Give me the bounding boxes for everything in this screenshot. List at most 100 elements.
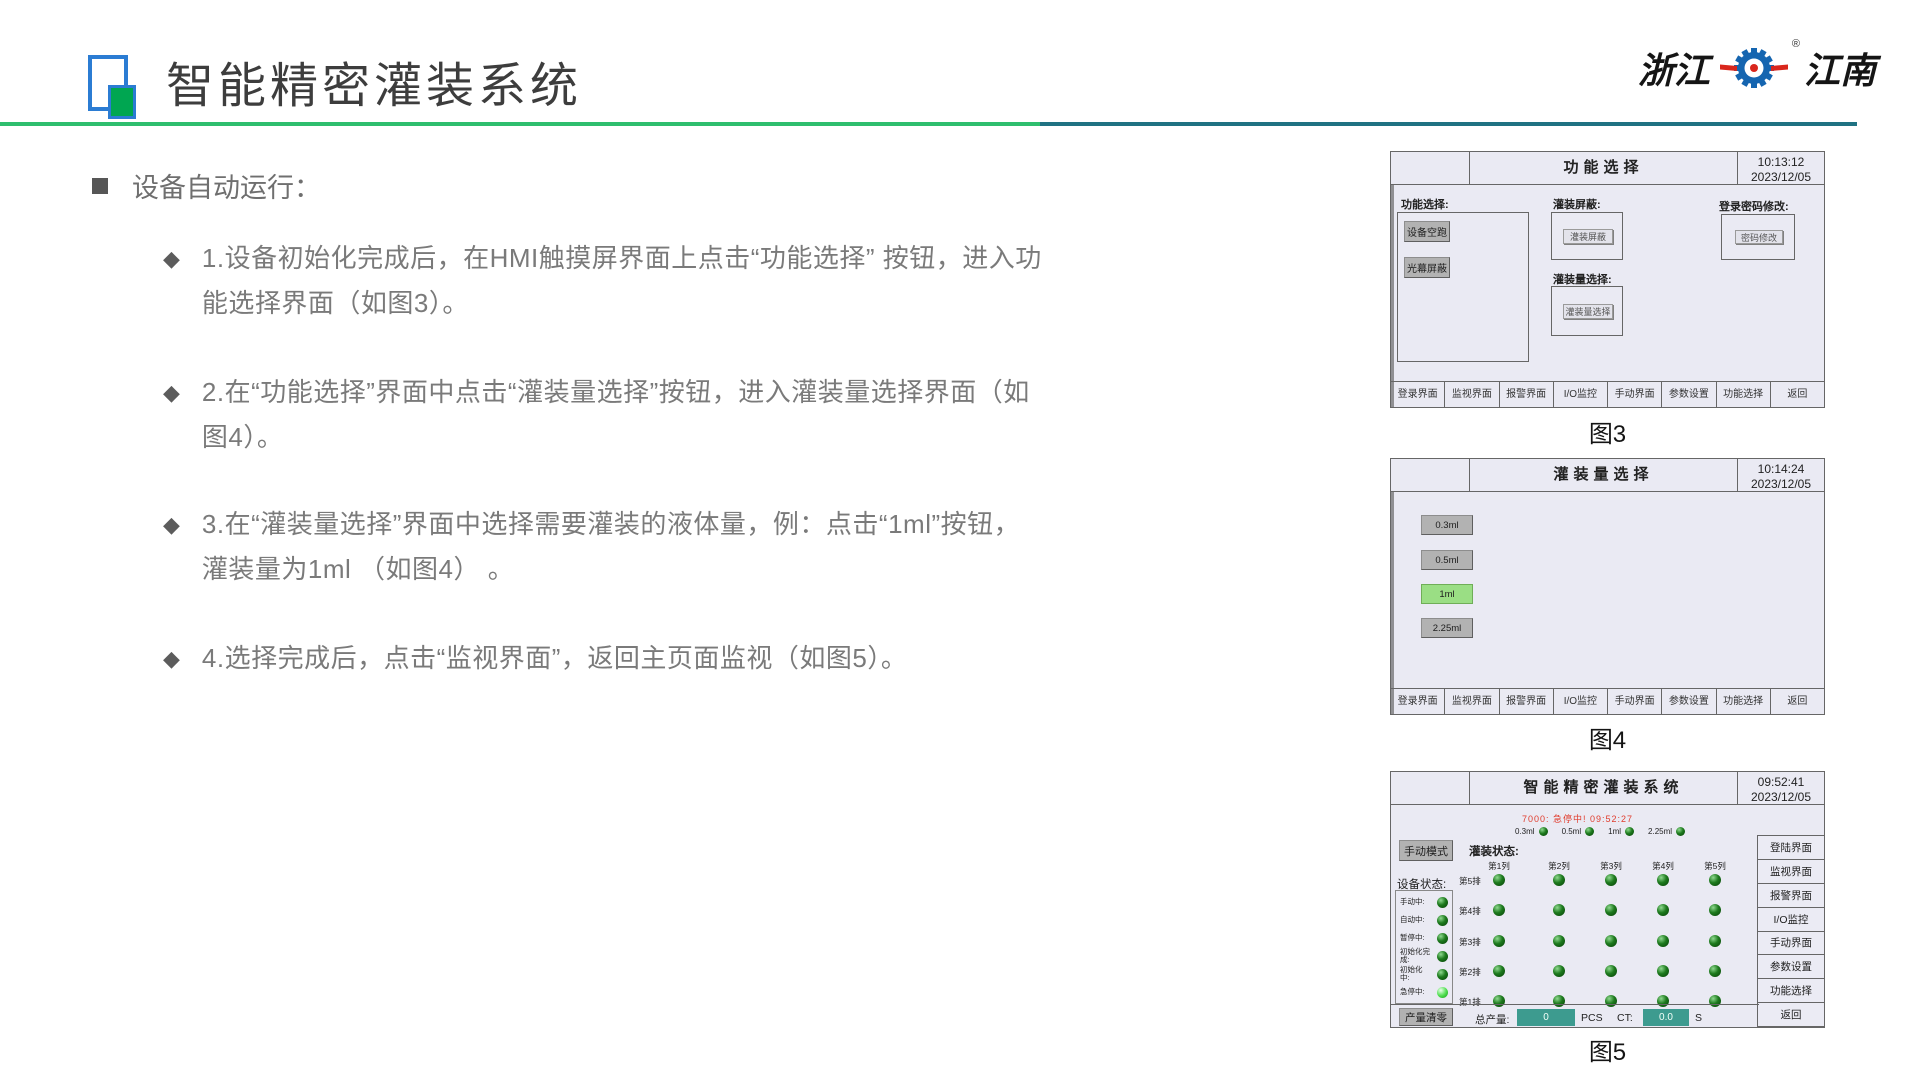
diamond-bullet-icon: ◆ <box>163 502 180 592</box>
fig5-device-status-box: 手动中: 自动中: 暂停中: 初始化完成: 初始化中: 急停中: <box>1395 890 1453 1004</box>
fig5-menu-return[interactable]: 返回 <box>1757 1002 1824 1027</box>
led-indicator-icon <box>1709 935 1721 947</box>
fig4-volume-0.5ml-button[interactable]: 0.5ml <box>1421 550 1473 570</box>
fig4-volume-0.3ml-button[interactable]: 0.3ml <box>1421 515 1473 535</box>
row-label: 第2排 <box>1459 966 1481 978</box>
fig4-nav-login[interactable]: 登录界面 <box>1391 689 1445 714</box>
fig3-nav-manual[interactable]: 手动界面 <box>1608 382 1662 407</box>
row-label: 第5排 <box>1459 875 1481 887</box>
led-indicator-icon <box>1709 874 1721 886</box>
fig3-caption: 图3 <box>1390 414 1825 449</box>
fig3-fill-shield-button[interactable]: 灌装屏蔽 <box>1563 229 1613 244</box>
fig5-menu-io[interactable]: I/O监控 <box>1757 907 1824 932</box>
fig5-total-value-field: 0 <box>1517 1009 1575 1026</box>
led-indicator-icon <box>1553 965 1565 977</box>
fig5-clock: 09:52:41 2023/12/05 <box>1737 772 1824 804</box>
led-indicator-icon <box>1625 827 1634 836</box>
fig3-nav-function[interactable]: 功能选择 <box>1717 382 1771 407</box>
status-label: 暂停中: <box>1400 934 1432 942</box>
led-indicator-icon <box>1553 935 1565 947</box>
fig4-bottom-nav: 登录界面 监视界面 报警界面 I/O监控 手动界面 参数设置 功能选择 返回 <box>1391 688 1824 714</box>
fig4-nav-function[interactable]: 功能选择 <box>1717 689 1771 714</box>
fig4-volume-2.25ml-button[interactable]: 2.25ml <box>1421 618 1473 638</box>
fig3-function-select-box: 设备空跑 光幕屏蔽 <box>1397 212 1529 362</box>
led-indicator-icon <box>1657 874 1669 886</box>
fig5-menu-alarm[interactable]: 报警界面 <box>1757 883 1824 908</box>
fig5-date: 2023/12/05 <box>1738 790 1824 805</box>
indicator-label: 0.3ml <box>1515 827 1535 836</box>
fig3-fill-volume-button[interactable]: 灌装量选择 <box>1563 304 1613 319</box>
fig3-nav-io[interactable]: I/O监控 <box>1554 382 1608 407</box>
led-indicator-icon <box>1605 904 1617 916</box>
led-indicator-icon <box>1539 827 1548 836</box>
fig3-nav-login[interactable]: 登录界面 <box>1391 382 1445 407</box>
status-label: 初始化完成: <box>1400 948 1432 965</box>
fig4-nav-params[interactable]: 参数设置 <box>1662 689 1716 714</box>
fig5-menu-manual[interactable]: 手动界面 <box>1757 931 1824 956</box>
led-indicator-icon <box>1676 827 1685 836</box>
fig3-fill-volume-label: 灌装量选择: <box>1553 271 1612 287</box>
row-label: 第3排 <box>1459 936 1481 948</box>
fig3-nav-monitor[interactable]: 监视界面 <box>1445 382 1499 407</box>
fig5-clear-count-button[interactable]: 产量清零 <box>1399 1008 1453 1026</box>
status-label: 自动中: <box>1400 916 1432 924</box>
fig4-nav-alarm[interactable]: 报警界面 <box>1500 689 1554 714</box>
fig5-menu-login[interactable]: 登陆界面 <box>1757 835 1824 860</box>
led-indicator-icon <box>1709 965 1721 977</box>
fig5-volume-indicator-row: 0.3ml 0.5ml 1ml 2.25ml <box>1515 827 1685 836</box>
led-indicator-icon <box>1437 897 1448 908</box>
fig3-nav-return[interactable]: 返回 <box>1771 382 1824 407</box>
fig3-nav-alarm[interactable]: 报警界面 <box>1500 382 1554 407</box>
led-indicator-icon <box>1553 904 1565 916</box>
led-indicator-icon <box>1493 904 1505 916</box>
fig5-top-bar: 智能精密灌装系统 09:52:41 2023/12/05 <box>1391 772 1824 805</box>
fig4-nav-monitor[interactable]: 监视界面 <box>1445 689 1499 714</box>
section-heading: 设备自动运行： <box>92 166 321 205</box>
fig3-password-button[interactable]: 密码修改 <box>1735 230 1783 244</box>
logo-text-left: 浙江 <box>1638 42 1710 94</box>
led-indicator-icon <box>1553 995 1565 1007</box>
indicator-label: 2.25ml <box>1648 827 1672 836</box>
status-label: 初始化中: <box>1400 966 1432 983</box>
fig3-bottom-nav: 登录界面 监视界面 报警界面 I/O监控 手动界面 参数设置 功能选择 返回 <box>1391 381 1824 407</box>
screenshot-edge-artifact <box>1391 185 1394 407</box>
fig5-ct-label: CT: <box>1617 1012 1633 1024</box>
fig3-time: 10:13:12 <box>1738 155 1824 170</box>
led-indicator-icon <box>1657 995 1669 1007</box>
fig3-light-curtain-button[interactable]: 光幕屏蔽 <box>1404 257 1450 278</box>
fig4-top-bar: 灌装量选择 10:14:24 2023/12/05 <box>1391 459 1824 492</box>
fig5-col-header-2: 第2列 <box>1539 860 1579 872</box>
fig3-nav-params[interactable]: 参数设置 <box>1662 382 1716 407</box>
fig4-caption: 图4 <box>1390 720 1825 755</box>
fig5-menu-params[interactable]: 参数设置 <box>1757 954 1824 979</box>
fig3-fill-shield-label: 灌装屏蔽: <box>1553 196 1601 212</box>
fig5-menu-function[interactable]: 功能选择 <box>1757 978 1824 1003</box>
fig5-col-header-4: 第4列 <box>1643 860 1683 872</box>
fig4-nav-return[interactable]: 返回 <box>1771 689 1824 714</box>
fig5-alarm-message: 7000: 急停中! 09:52:27 <box>1391 812 1764 825</box>
fig4-nav-io[interactable]: I/O监控 <box>1554 689 1608 714</box>
hmi-screenshot-fig5: 智能精密灌装系统 09:52:41 2023/12/05 7000: 急停中! … <box>1390 771 1825 1028</box>
square-bullet-icon <box>92 178 108 194</box>
registered-trademark-mark: ® <box>1792 38 1800 50</box>
fig5-manual-mode-button[interactable]: 手动模式 <box>1399 840 1453 861</box>
led-indicator-icon <box>1493 874 1505 886</box>
fig4-volume-1ml-button-selected[interactable]: 1ml <box>1421 584 1473 604</box>
fig5-menu-monitor[interactable]: 监视界面 <box>1757 859 1824 884</box>
bullet-text-2: 2.在“功能选择”界面中点击“灌装量选择”按钮，进入灌装量选择界面（如图4）。 <box>202 370 1043 460</box>
bullet-item-1: ◆ 1.设备初始化完成后，在HMI触摸屏界面上点击“功能选择” 按钮，进入功能选… <box>163 236 1043 326</box>
logo-text-right: 江南 <box>1804 42 1876 94</box>
led-indicator-icon <box>1437 969 1448 980</box>
status-auto: 自动中: <box>1400 911 1448 929</box>
indicator-label: 0.5ml <box>1562 827 1582 836</box>
gear-logo-icon <box>1718 44 1790 92</box>
fig3-function-select-label: 功能选择: <box>1401 196 1449 212</box>
fig5-indicator-2.25ml: 2.25ml <box>1648 827 1685 836</box>
fig3-dry-run-button[interactable]: 设备空跑 <box>1404 221 1450 242</box>
indicator-label: 1ml <box>1608 827 1621 836</box>
diamond-bullet-icon: ◆ <box>163 236 180 326</box>
fig4-nav-manual[interactable]: 手动界面 <box>1608 689 1662 714</box>
screenshot-edge-artifact <box>1391 492 1394 714</box>
fig4-top-left-cell <box>1391 459 1470 491</box>
status-estop-active: 急停中: <box>1400 983 1448 1001</box>
